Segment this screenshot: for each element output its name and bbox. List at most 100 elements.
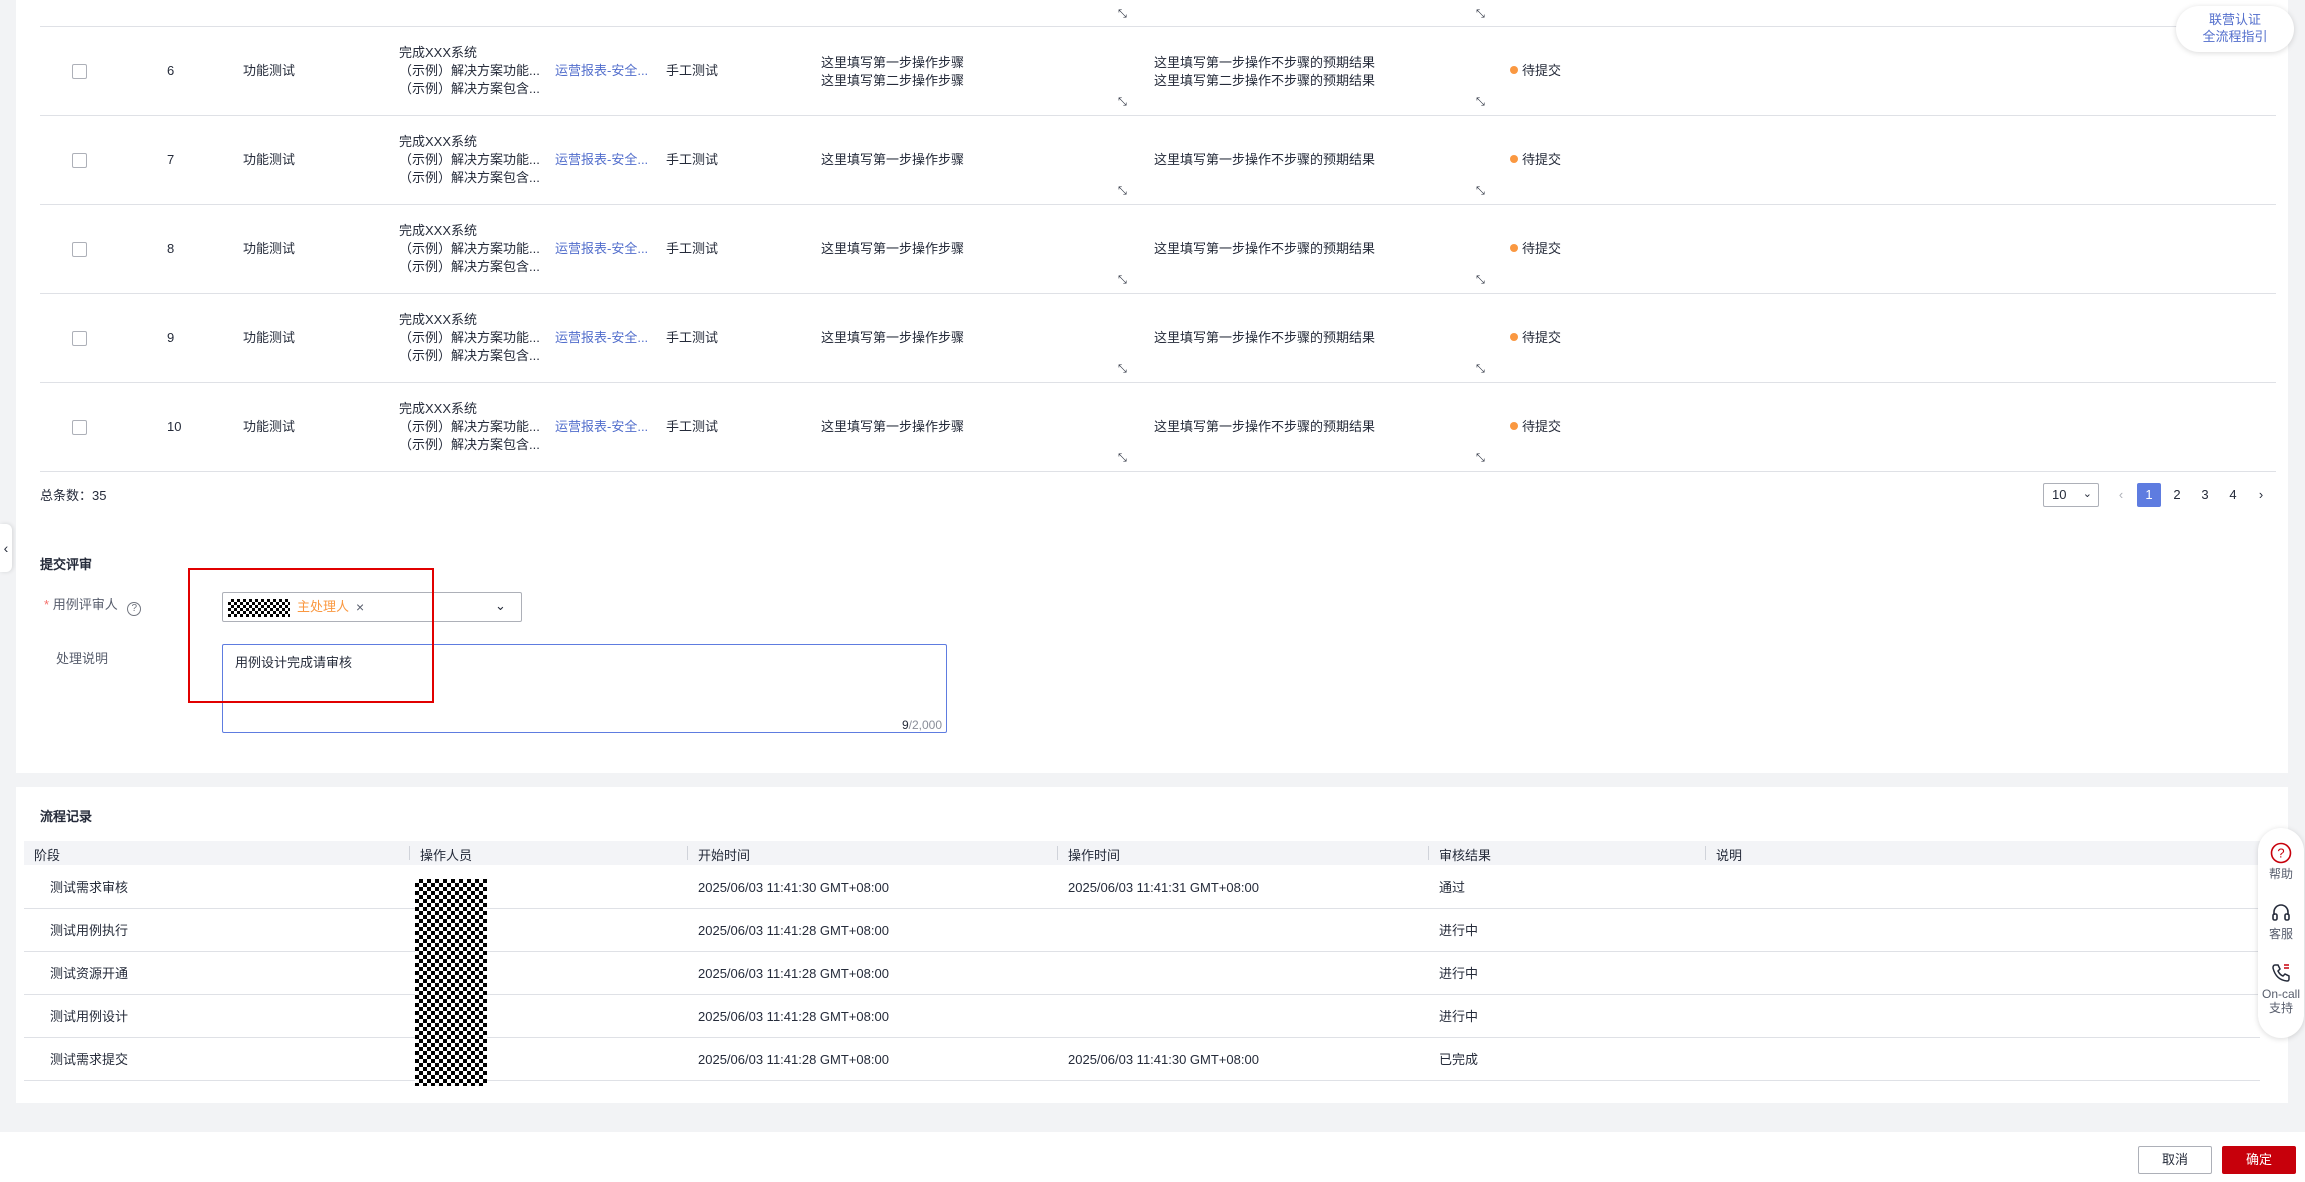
case-desc-2: （示例）解决方案包含...	[399, 259, 540, 274]
resize-handle-icon[interactable]: ⤡	[1118, 364, 1127, 375]
page-4-button[interactable]: 4	[2221, 483, 2245, 507]
table-row: 8 功能测试 完成XXX系统 （示例）解决方案功能... （示例）解决方案包含... 运营…	[40, 205, 2276, 294]
case-no: 6	[167, 63, 175, 78]
case-desc-1: （示例）解决方案功能...	[399, 419, 540, 434]
status-text: 待提交	[1522, 63, 1562, 78]
page-size-value: 10	[2052, 487, 2067, 502]
row-checkbox[interactable]	[72, 331, 87, 346]
case-type: 功能测试	[243, 419, 296, 434]
status-dot	[1510, 155, 1518, 163]
case-desc-1: （示例）解决方案功能...	[399, 330, 540, 345]
page-size-select[interactable]: 10 ⌄	[2043, 483, 2099, 507]
case-title: 完成XXX系统	[399, 401, 478, 416]
resize-handle-icon[interactable]: ⤡	[1476, 364, 1485, 375]
resize-handle-icon[interactable]: ⤡	[1476, 453, 1485, 464]
status-badge: 待提交	[1510, 329, 1561, 347]
flow-result: 进行中	[1439, 966, 1479, 981]
status-badge: 待提交	[1510, 62, 1561, 80]
help-button[interactable]: ? 帮助	[2258, 842, 2304, 881]
table-row: 7 功能测试 完成XXX系统 （示例）解决方案功能... （示例）解决方案包含... 运营…	[40, 116, 2276, 205]
page-2-button[interactable]: 2	[2165, 483, 2189, 507]
case-type: 功能测试	[243, 152, 296, 167]
service-button[interactable]: 客服	[2258, 902, 2304, 941]
prev-page-button[interactable]: ‹	[2109, 483, 2133, 507]
status-badge: 待提交	[1510, 151, 1561, 169]
flow-start-time: 2025/06/03 11:41:28 GMT+08:00	[698, 1009, 889, 1024]
collapse-sidebar-button[interactable]: ‹	[0, 524, 12, 572]
status-badge: 待提交	[1510, 418, 1561, 436]
case-link[interactable]: 运营报表-安全...	[555, 418, 648, 436]
status-dot	[1510, 66, 1518, 74]
case-link[interactable]: 运营报表-安全...	[555, 329, 648, 347]
resize-handle-icon[interactable]: ⤡	[1118, 275, 1127, 286]
row-checkbox[interactable]	[72, 420, 87, 435]
process-guide-link[interactable]: 联营认证 全流程指引	[2176, 6, 2294, 52]
table-row: 9 功能测试 完成XXX系统 （示例）解决方案功能... （示例）解决方案包含... 运营…	[40, 294, 2276, 383]
col-start-time: 开始时间	[698, 848, 751, 863]
confirm-button[interactable]: 确定	[2222, 1146, 2296, 1174]
case-type: 功能测试	[243, 330, 296, 345]
page-3-button[interactable]: 3	[2193, 483, 2217, 507]
total-count: 总条数：35	[40, 488, 107, 503]
operator-avatars-masked	[415, 879, 487, 1086]
oncall-button[interactable]: On-call 支持	[2258, 962, 2304, 1015]
row-checkbox[interactable]	[72, 153, 87, 168]
resize-handle-icon[interactable]: ⤡	[1476, 186, 1485, 197]
case-method: 手工测试	[666, 63, 719, 78]
case-desc-2: （示例）解决方案包含...	[399, 437, 540, 452]
flow-row: 测试资源开通 2025/06/03 11:41:28 GMT+08:00 进行中	[24, 952, 2260, 995]
case-expected: 这里填写第二步操作不步骤的预期结果	[1154, 73, 1376, 88]
status-text: 待提交	[1522, 419, 1562, 434]
flow-result: 进行中	[1439, 923, 1479, 938]
case-title: 完成XXX系统	[399, 223, 478, 238]
resize-handle-icon[interactable]: ⤡	[1118, 9, 1127, 20]
flow-start-time: 2025/06/03 11:41:28 GMT+08:00	[698, 1052, 889, 1067]
help-icon[interactable]: ?	[127, 602, 142, 616]
flow-title: 流程记录	[40, 809, 93, 824]
headset-icon	[2272, 904, 2290, 921]
chevron-left-icon: ‹	[2118, 487, 2124, 502]
flow-row: 测试用例执行 2025/06/03 11:41:28 GMT+08:00 进行中	[24, 909, 2260, 952]
cancel-button[interactable]: 取消	[2138, 1146, 2212, 1174]
case-no: 8	[167, 241, 175, 256]
case-expected: 这里填写第一步操作不步骤的预期结果	[1154, 55, 1376, 70]
case-desc-2: （示例）解决方案包含...	[399, 81, 540, 96]
page-1-button[interactable]: 1	[2137, 483, 2161, 507]
case-step: 这里填写第一步操作步骤	[821, 55, 965, 70]
resize-handle-icon[interactable]: ⤡	[1118, 97, 1127, 108]
col-divider	[1057, 846, 1058, 860]
case-desc-1: （示例）解决方案功能...	[399, 241, 540, 256]
reviewer-label: * 用例评审人 ?	[44, 596, 142, 616]
col-op-time: 操作时间	[1068, 848, 1121, 863]
col-stage: 阶段	[34, 848, 61, 863]
row-checkbox[interactable]	[72, 242, 87, 257]
resize-handle-icon[interactable]: ⤡	[1476, 275, 1485, 286]
flow-op-time: 2025/06/03 11:41:30 GMT+08:00	[1068, 1052, 1259, 1067]
review-section-title: 提交评审	[40, 557, 93, 572]
case-desc-1: （示例）解决方案功能...	[399, 63, 540, 78]
resize-handle-icon[interactable]: ⤡	[1118, 186, 1127, 197]
char-max: /2,000	[908, 718, 942, 732]
case-link[interactable]: 运营报表-安全...	[555, 240, 648, 258]
case-no: 10	[167, 419, 182, 434]
flow-row: 测试需求审核 2025/06/03 11:41:30 GMT+08:00 2025/…	[24, 866, 2260, 909]
case-method: 手工测试	[666, 419, 719, 434]
flow-result: 已完成	[1439, 1052, 1479, 1067]
resize-handle-icon[interactable]: ⤡	[1476, 97, 1485, 108]
flow-start-time: 2025/06/03 11:41:28 GMT+08:00	[698, 966, 889, 981]
col-divider	[1428, 846, 1429, 860]
service-label: 客服	[2268, 927, 2293, 941]
reviewer-label-text: 用例评审人	[52, 597, 118, 612]
case-link[interactable]: 运营报表-安全...	[555, 151, 648, 169]
case-method: 手工测试	[666, 330, 719, 345]
flow-row: 测试用例设计 2025/06/03 11:41:28 GMT+08:00 进行中	[24, 995, 2260, 1038]
flow-stage: 测试需求提交	[50, 1052, 129, 1067]
row-checkbox[interactable]	[72, 64, 87, 79]
oncall-label-1: On-call	[2261, 987, 2300, 1001]
case-link[interactable]: 运营报表-安全...	[555, 62, 648, 80]
case-step: 这里填写第一步操作步骤	[821, 330, 965, 345]
resize-handle-icon[interactable]: ⤡	[1476, 9, 1485, 20]
next-page-button[interactable]: ›	[2249, 483, 2273, 507]
resize-handle-icon[interactable]: ⤡	[1118, 453, 1127, 464]
table-row: 6 功能测试 完成XXX系统 （示例）解决方案功能... （示例）解决方案包含... 运营…	[40, 27, 2276, 116]
